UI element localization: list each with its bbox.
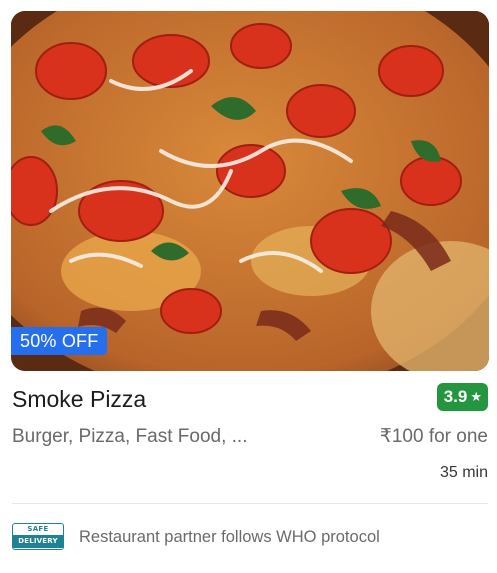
safety-protocol-text: Restaurant partner follows WHO protocol bbox=[79, 528, 380, 546]
restaurant-name[interactable]: Smoke Pizza bbox=[12, 384, 146, 414]
safe-badge-line1: SAFE bbox=[27, 525, 49, 533]
restaurant-image[interactable] bbox=[11, 11, 489, 371]
restaurant-card[interactable]: 50% OFF Smoke Pizza 3.9 ★ Burger, Pizza,… bbox=[0, 0, 497, 573]
divider bbox=[12, 503, 488, 504]
cuisine-list: Burger, Pizza, Fast Food, ... bbox=[12, 426, 248, 447]
discount-badge: 50% OFF bbox=[11, 327, 108, 355]
pizza-image bbox=[11, 11, 489, 371]
safe-badge-line2: DELIVERY bbox=[13, 535, 63, 548]
safe-delivery-badge-icon: SAFE DELIVERY bbox=[12, 523, 64, 550]
star-icon: ★ bbox=[470, 389, 482, 404]
delivery-time: 35 min bbox=[439, 464, 488, 481]
price-for-one: ₹100 for one bbox=[379, 426, 488, 447]
rating-value: 3.9 bbox=[443, 387, 468, 406]
rating-badge: 3.9 ★ bbox=[436, 383, 488, 411]
